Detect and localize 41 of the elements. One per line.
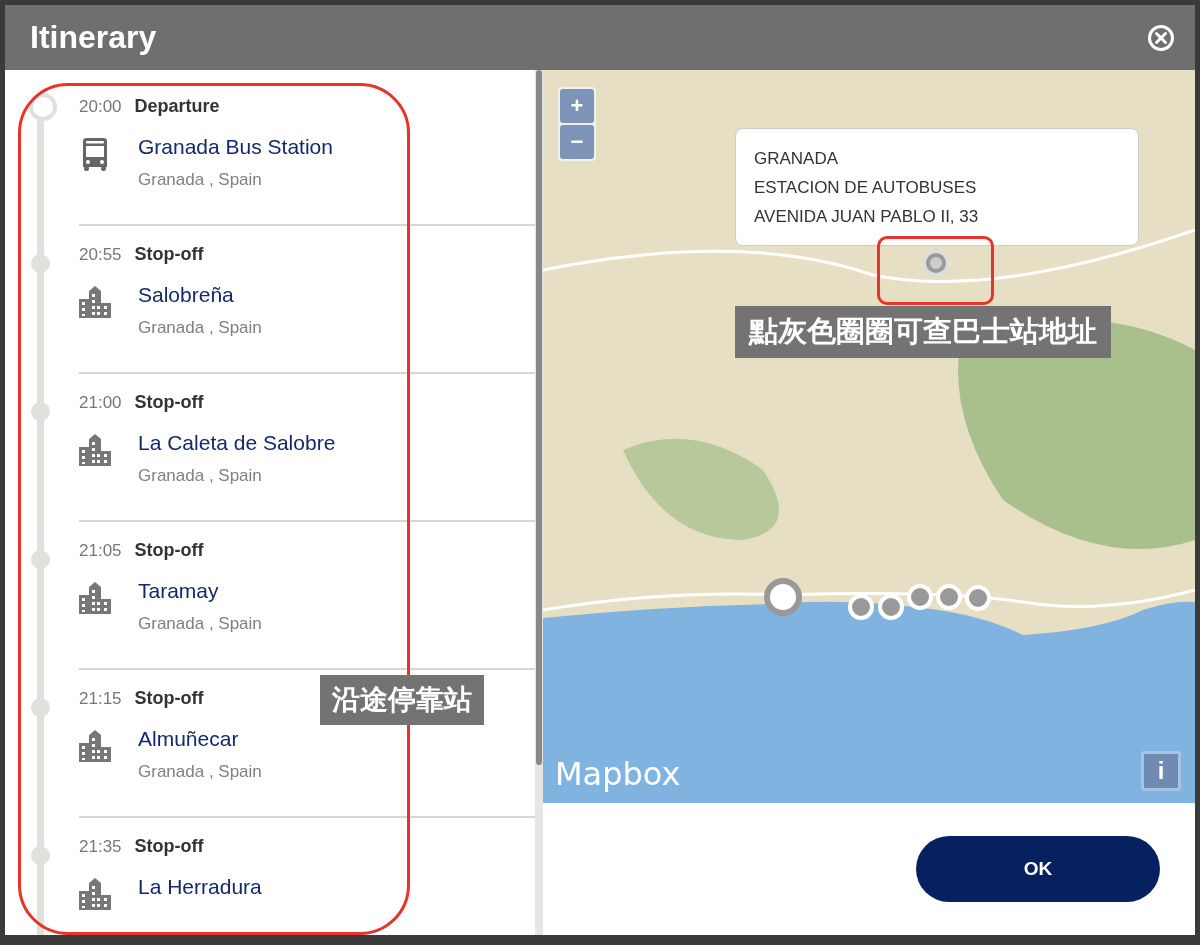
- stop-time: 21:15: [79, 689, 122, 709]
- station-link[interactable]: Salobreña: [138, 283, 262, 307]
- annotation-label: 沿途停靠站: [320, 675, 484, 725]
- stop-type: Stop-off: [134, 688, 204, 709]
- station-location: Granada , Spain: [138, 614, 262, 634]
- station-link[interactable]: La Herradura: [138, 875, 262, 899]
- stop-time: 21:00: [79, 393, 122, 413]
- buildings-icon: [79, 729, 111, 762]
- buildings-icon: [79, 581, 111, 614]
- close-icon[interactable]: [1147, 23, 1175, 52]
- station-link[interactable]: Taramay: [138, 579, 262, 603]
- annotation-label: 點灰色圈圈可查巴士站地址: [735, 306, 1111, 358]
- map-marker[interactable]: [763, 577, 803, 617]
- buildings-icon: [79, 285, 111, 318]
- stop-type: Stop-off: [134, 540, 204, 561]
- timeline-dot: [29, 93, 57, 121]
- buildings-icon: [79, 433, 111, 466]
- dialog-title: Itinerary: [30, 19, 157, 56]
- station-location: Granada , Spain: [138, 318, 262, 338]
- info-button[interactable]: i: [1141, 751, 1181, 791]
- popup-text: GRANADA: [754, 149, 840, 169]
- stop-type: Departure: [134, 96, 220, 117]
- stop-time: 21:35: [79, 837, 122, 857]
- popup-text: AVENIDA JUAN PABLO II, 33: [754, 207, 980, 227]
- buildings-icon: [79, 877, 111, 910]
- station-link[interactable]: Almuñecar: [138, 727, 262, 751]
- ok-button[interactable]: OK: [916, 836, 1160, 902]
- stop-type: Stop-off: [134, 244, 204, 265]
- station-location: Granada , Spain: [138, 466, 263, 486]
- station-link[interactable]: Granada Bus Station: [138, 135, 333, 159]
- station-location: Granada , Spain: [138, 170, 263, 190]
- map-attribution: Mapbox: [555, 755, 681, 793]
- stop-time: 20:00: [79, 97, 122, 117]
- stop-type: Stop-off: [134, 392, 204, 413]
- station-location: Granada , Spain: [138, 762, 262, 782]
- stop-time: 21:05: [79, 541, 122, 561]
- stop-type: Stop-off: [134, 836, 204, 857]
- scrollbar[interactable]: [535, 70, 543, 935]
- station-link[interactable]: La Caleta de Salobre: [138, 431, 336, 455]
- popup-text: ESTACION DE AUTOBUSES: [754, 178, 978, 198]
- stop-time: 20:55: [79, 245, 122, 265]
